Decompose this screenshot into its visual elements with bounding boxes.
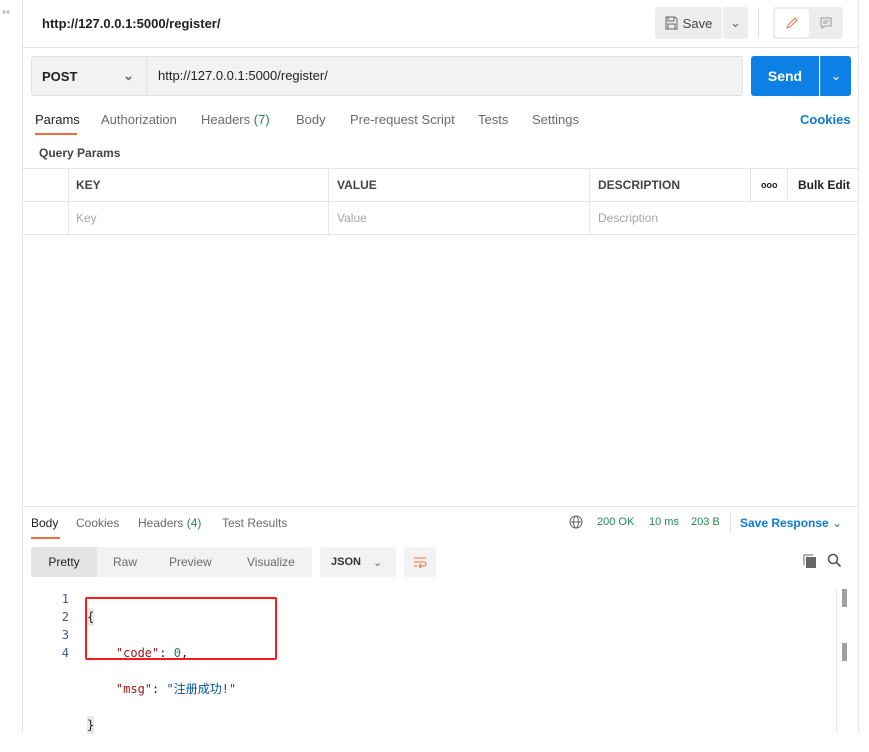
globe-icon[interactable] xyxy=(569,515,583,529)
json-value: "注册成功!" xyxy=(166,682,237,696)
method-label: POST xyxy=(42,68,78,84)
line-number: 1 xyxy=(61,592,69,606)
tab-tests[interactable]: Tests xyxy=(478,112,508,127)
response-tab-body[interactable]: Body xyxy=(31,516,58,530)
more-options-icon[interactable]: ooo xyxy=(753,168,778,201)
scrollbar-marker xyxy=(842,643,847,661)
view-raw[interactable]: Raw xyxy=(113,555,137,569)
response-headers-count: (4) xyxy=(186,516,202,530)
tab-settings[interactable]: Settings xyxy=(532,112,579,127)
chevron-down-icon: ⌄ xyxy=(832,516,843,530)
scrollbar-thumb[interactable] xyxy=(842,589,847,607)
send-button[interactable]: Send xyxy=(751,56,819,96)
description-input[interactable]: Description xyxy=(590,201,858,234)
line-number: 3 xyxy=(61,628,69,642)
line-number: 2 xyxy=(61,610,69,624)
tab-params[interactable]: Params xyxy=(35,112,80,127)
method-select[interactable]: POST ⌄ xyxy=(31,56,147,96)
json-key: "msg" xyxy=(115,682,153,696)
line-number: 4 xyxy=(61,646,69,660)
key-input[interactable]: Key xyxy=(68,201,328,234)
response-tab-cookies[interactable]: Cookies xyxy=(76,516,119,530)
tab-headers[interactable]: Headers (7) xyxy=(201,112,270,127)
save-icon xyxy=(665,16,678,30)
sidebar-dots[interactable]: °° xyxy=(2,10,10,21)
column-key: KEY xyxy=(76,177,101,192)
save-response-button[interactable]: Save Response ⌄ xyxy=(740,516,842,530)
status-code[interactable]: 200 OK xyxy=(597,516,634,528)
view-preview[interactable]: Preview xyxy=(169,555,212,569)
code-line-3: "msg": "注册成功!" xyxy=(115,682,237,696)
edit-pencil-icon[interactable] xyxy=(775,9,809,37)
query-params-title: Query Params xyxy=(39,146,121,160)
highlight-box xyxy=(85,597,277,660)
url-input[interactable]: http://127.0.0.1:5000/register/ xyxy=(158,68,328,83)
save-dropdown-button[interactable]: ⌄ xyxy=(723,7,748,39)
request-title: http://127.0.0.1:5000/register/ xyxy=(42,16,221,31)
code-close-brace: } xyxy=(87,716,95,734)
send-dropdown-button[interactable]: ⌄ xyxy=(820,56,851,96)
tab-headers-label: Headers xyxy=(201,112,251,127)
bulk-edit-button[interactable]: Bulk Edit xyxy=(790,168,850,201)
save-button[interactable]: Save xyxy=(655,7,722,39)
format-label: JSON xyxy=(331,556,361,568)
comment-icon[interactable] xyxy=(812,9,840,37)
view-visualize[interactable]: Visualize xyxy=(247,555,295,569)
value-input[interactable]: Value xyxy=(329,201,589,234)
save-label: Save xyxy=(682,15,713,31)
response-tab-headers[interactable]: Headers (4) xyxy=(138,516,201,530)
column-description: DESCRIPTION xyxy=(598,177,681,192)
copy-icon[interactable] xyxy=(803,554,817,568)
tab-headers-count: (7) xyxy=(253,112,270,127)
chevron-down-icon: ⌄ xyxy=(123,68,134,83)
wrap-lines-icon[interactable] xyxy=(404,547,436,577)
format-select[interactable]: JSON ⌄ xyxy=(320,547,396,577)
tab-authorization[interactable]: Authorization xyxy=(101,112,177,127)
search-icon[interactable] xyxy=(827,553,842,568)
response-size[interactable]: 203 B xyxy=(691,516,720,528)
column-value: VALUE xyxy=(337,177,377,192)
response-time[interactable]: 10 ms xyxy=(649,516,679,528)
cookies-link[interactable]: Cookies xyxy=(800,112,851,127)
tab-body[interactable]: Body xyxy=(296,112,326,127)
chevron-down-icon: ⌄ xyxy=(373,556,383,569)
view-pretty[interactable]: Pretty xyxy=(31,547,97,577)
response-tab-test-results[interactable]: Test Results xyxy=(222,516,287,530)
save-response-label: Save Response xyxy=(740,516,829,530)
response-headers-label: Headers xyxy=(138,516,184,530)
tab-pre-request-script[interactable]: Pre-request Script xyxy=(350,112,455,127)
